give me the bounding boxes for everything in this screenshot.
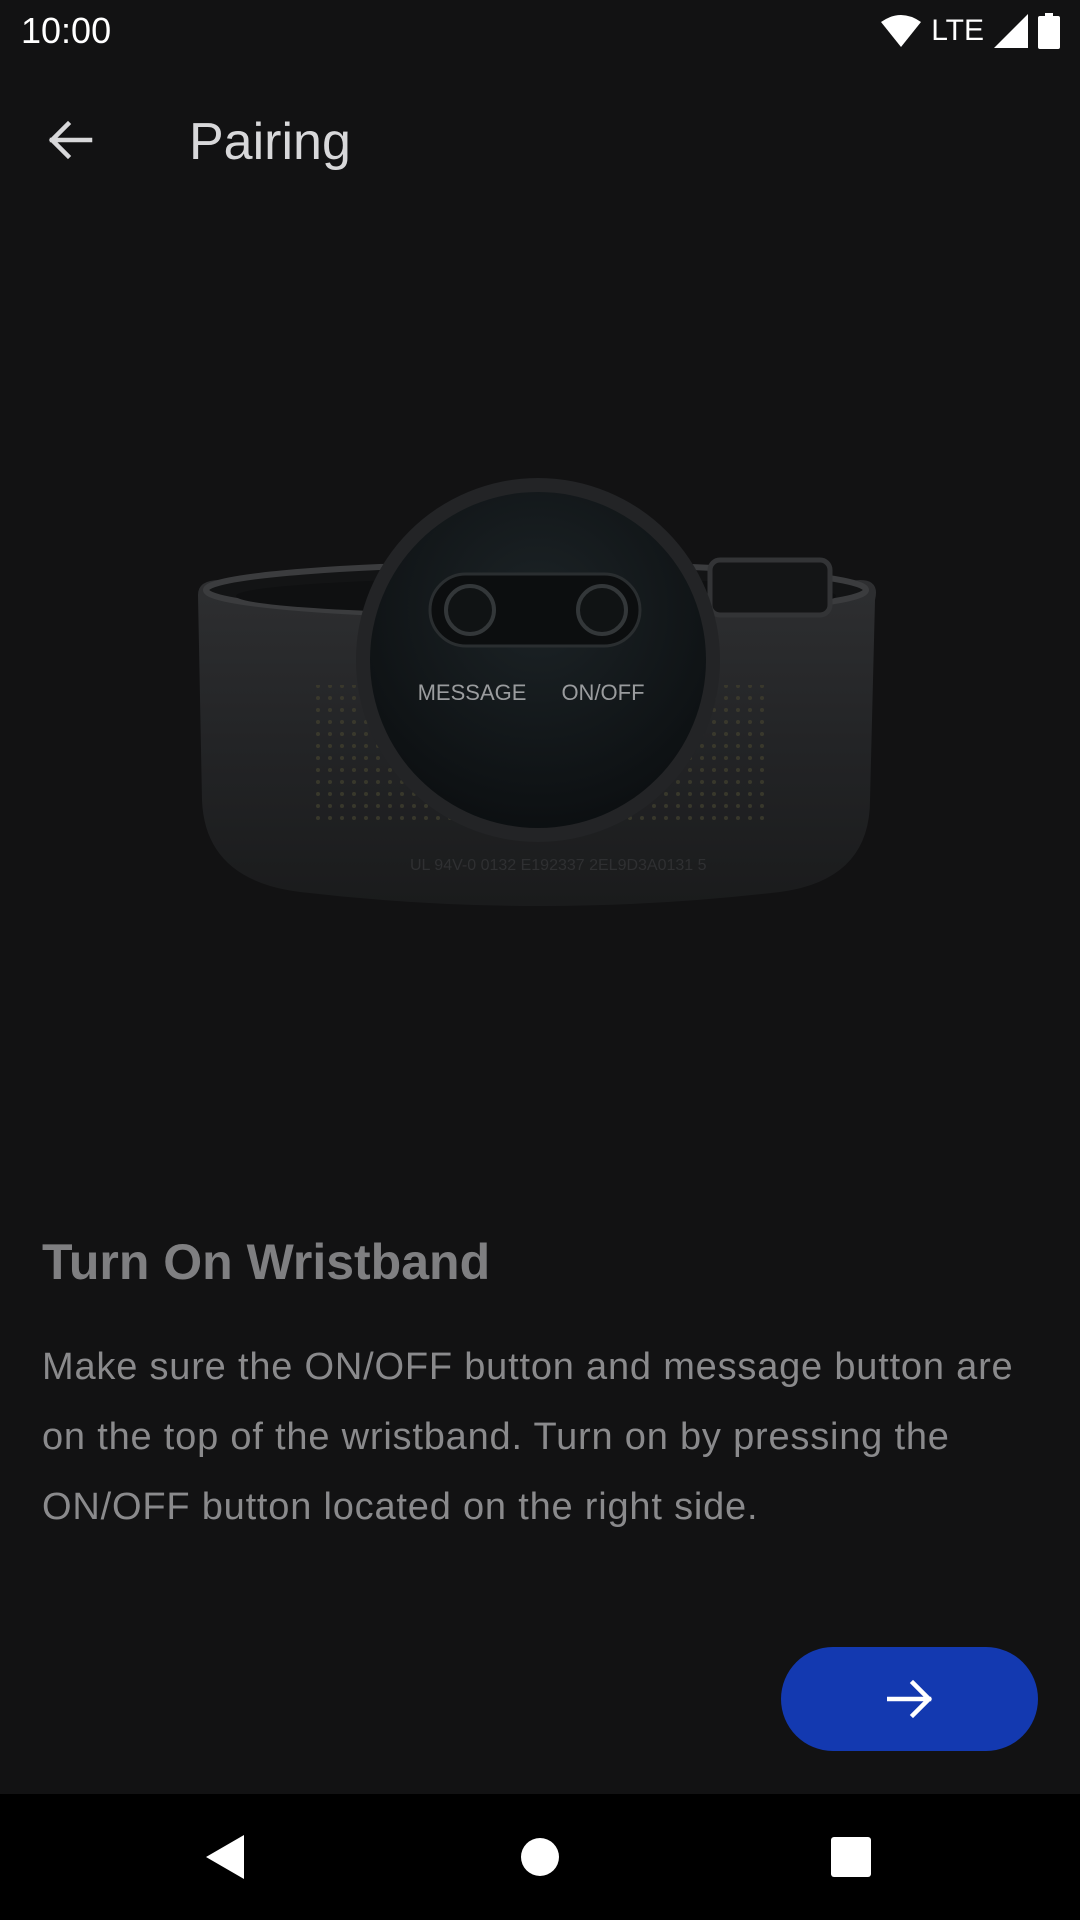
onoff-label: ON/OFF [561,680,644,705]
nav-back-button[interactable] [192,1824,258,1890]
nav-home-icon [521,1838,559,1876]
pairing-screen: 10:00 LTE Pairing UL 94V-0 0132 E192337 … [0,0,1080,1920]
cellular-signal-icon [994,14,1028,48]
step-description: Make sure the ON/OFF button and message … [42,1346,1014,1528]
status-time: 10:00 [21,10,112,51]
wifi-icon [881,15,922,47]
band-print-mark: UL 94V-0 0132 E192337 2EL9D3A0131 5 [410,857,707,874]
nav-recents-icon [831,1837,871,1877]
message-button-graphic [444,584,496,636]
message-label: MESSAGE [418,680,527,705]
app-bar: Pairing [0,70,1080,206]
navigation-bar [0,1794,1080,1920]
arrow-left-icon [48,120,93,160]
back-button[interactable] [30,100,110,180]
nav-back-icon [206,1835,244,1879]
wristband-illustration: UL 94V-0 0132 E192337 2EL9D3A0131 5 MESS… [180,440,900,940]
arrow-right-icon [886,1679,932,1719]
status-icons: LTE [881,12,1060,50]
battery-icon [1038,13,1060,49]
step-heading: Turn On Wristband [42,1234,491,1290]
nav-home-button[interactable] [507,1824,573,1890]
page-title: Pairing [189,113,351,171]
status-bar: 10:00 LTE [0,0,1080,62]
lte-label: LTE [931,14,984,47]
wristband-image: UL 94V-0 0132 E192337 2EL9D3A0131 5 MESS… [198,478,876,906]
next-button[interactable] [781,1647,1038,1751]
onoff-button-graphic [576,584,628,636]
nav-recents-button[interactable] [818,1824,884,1890]
